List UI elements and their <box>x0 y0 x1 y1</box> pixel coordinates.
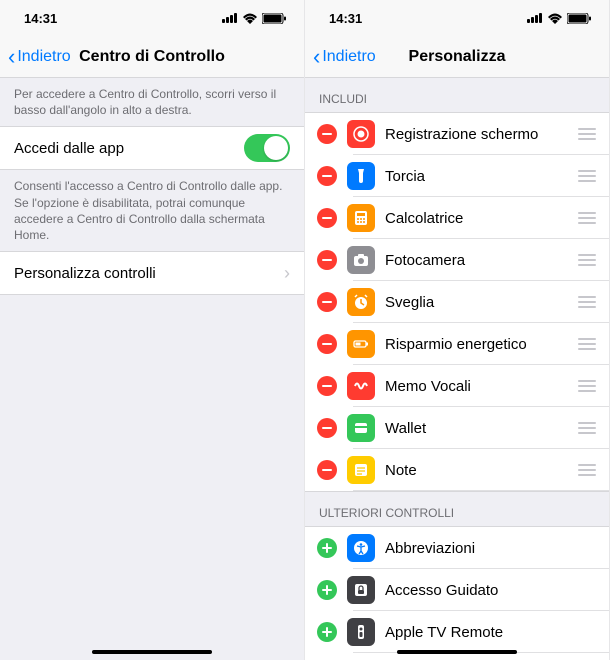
wallet-icon <box>347 414 375 442</box>
included-list: Registrazione schermo Torcia Calcolatrice F… <box>305 112 609 492</box>
signal-icon <box>222 13 238 23</box>
remove-button[interactable] <box>317 250 337 270</box>
calculator-icon <box>347 204 375 232</box>
list-item[interactable]: Wallet <box>305 407 609 449</box>
status-time: 14:31 <box>329 11 362 26</box>
access-footer: Consenti l'accesso a Centro di Controllo… <box>0 170 304 251</box>
home-indicator[interactable] <box>92 650 212 654</box>
remove-button[interactable] <box>317 124 337 144</box>
access-from-apps-cell[interactable]: Accedi dalle app <box>0 127 304 169</box>
alarm-icon <box>347 288 375 316</box>
back-label: Indietro <box>322 48 375 66</box>
customize-controls-cell[interactable]: Personalizza controlli › <box>0 252 304 294</box>
item-label: Fotocamera <box>385 252 567 269</box>
item-label: Calcolatrice <box>385 210 567 227</box>
content: Per accedere a Centro di Controllo, scor… <box>0 78 304 660</box>
item-label: Torcia <box>385 168 567 185</box>
list-item[interactable]: Note <box>305 449 609 491</box>
back-button[interactable]: ‹ Indietro <box>313 46 376 68</box>
status-bar: 14:31 <box>305 0 609 36</box>
list-item[interactable]: Sveglia <box>305 281 609 323</box>
access-label: Accedi dalle app <box>14 140 244 157</box>
more-controls-list: Abbreviazioni Accesso Guidato Apple TV Rem… <box>305 526 609 660</box>
status-right <box>222 13 286 24</box>
nav-bar: ‹ Indietro Centro di Controllo <box>0 36 304 78</box>
battery-icon <box>567 13 591 24</box>
status-bar: 14:31 <box>0 0 304 36</box>
add-button[interactable] <box>317 538 337 558</box>
drag-handle[interactable] <box>577 212 597 224</box>
remove-button[interactable] <box>317 334 337 354</box>
remove-button[interactable] <box>317 376 337 396</box>
list-item[interactable]: Fotocamera <box>305 239 609 281</box>
access-group: Accedi dalle app <box>0 126 304 170</box>
drag-handle[interactable] <box>577 254 597 266</box>
chevron-left-icon: ‹ <box>313 46 320 68</box>
remove-button[interactable] <box>317 460 337 480</box>
list-item[interactable]: Memo Vocali <box>305 365 609 407</box>
include-header: INCLUDI <box>305 78 609 112</box>
item-label: Risparmio energetico <box>385 336 567 353</box>
item-label: Sveglia <box>385 294 567 311</box>
list-item[interactable]: Torcia <box>305 155 609 197</box>
back-label: Indietro <box>17 48 70 66</box>
drag-handle[interactable] <box>577 380 597 392</box>
signal-icon <box>527 13 543 23</box>
accessibility-icon <box>347 534 375 562</box>
chevron-left-icon: ‹ <box>8 46 15 68</box>
list-item[interactable]: Registrazione schermo <box>305 113 609 155</box>
battery-icon <box>347 330 375 358</box>
item-label: Registrazione schermo <box>385 126 567 143</box>
list-item[interactable]: Accesso Guidato <box>305 569 609 611</box>
list-item[interactable]: Abbreviazioni <box>305 527 609 569</box>
item-label: Memo Vocali <box>385 378 567 395</box>
drag-handle[interactable] <box>577 422 597 434</box>
wifi-icon <box>547 13 563 24</box>
home-indicator[interactable] <box>397 650 517 654</box>
chevron-right-icon: › <box>284 263 290 284</box>
intro-text: Per accedere a Centro di Controllo, scor… <box>0 78 304 126</box>
back-button[interactable]: ‹ Indietro <box>8 46 71 68</box>
list-item[interactable]: Calcolatrice <box>305 197 609 239</box>
item-label: Abbreviazioni <box>385 540 597 557</box>
flashlight-icon <box>347 162 375 190</box>
lock-icon <box>347 576 375 604</box>
status-time: 14:31 <box>24 11 57 26</box>
memo-icon <box>347 372 375 400</box>
content[interactable]: INCLUDI Registrazione schermo Torcia Calco… <box>305 78 609 660</box>
access-toggle[interactable] <box>244 134 290 162</box>
item-label: Accesso Guidato <box>385 582 597 599</box>
customize-group: Personalizza controlli › <box>0 251 304 295</box>
item-label: Apple TV Remote <box>385 624 597 641</box>
remote-icon <box>347 618 375 646</box>
drag-handle[interactable] <box>577 338 597 350</box>
record-icon <box>347 120 375 148</box>
remove-button[interactable] <box>317 418 337 438</box>
add-button[interactable] <box>317 622 337 642</box>
remove-button[interactable] <box>317 166 337 186</box>
list-item[interactable]: Cronometro <box>305 653 609 660</box>
drag-handle[interactable] <box>577 128 597 140</box>
battery-icon <box>262 13 286 24</box>
list-item[interactable]: Apple TV Remote <box>305 611 609 653</box>
drag-handle[interactable] <box>577 170 597 182</box>
nav-bar: ‹ Indietro Personalizza <box>305 36 609 78</box>
wifi-icon <box>242 13 258 24</box>
drag-handle[interactable] <box>577 296 597 308</box>
more-header: ULTERIORI CONTROLLI <box>305 492 609 526</box>
remove-button[interactable] <box>317 292 337 312</box>
add-button[interactable] <box>317 580 337 600</box>
drag-handle[interactable] <box>577 464 597 476</box>
screen-control-center: 14:31 ‹ Indietro Centro di Controllo Per… <box>0 0 305 660</box>
camera-icon <box>347 246 375 274</box>
note-icon <box>347 456 375 484</box>
item-label: Wallet <box>385 420 567 437</box>
customize-label: Personalizza controlli <box>14 265 284 282</box>
item-label: Note <box>385 462 567 479</box>
screen-customize: 14:31 ‹ Indietro Personalizza INCLUDI Re… <box>305 0 610 660</box>
status-right <box>527 13 591 24</box>
list-item[interactable]: Risparmio energetico <box>305 323 609 365</box>
remove-button[interactable] <box>317 208 337 228</box>
